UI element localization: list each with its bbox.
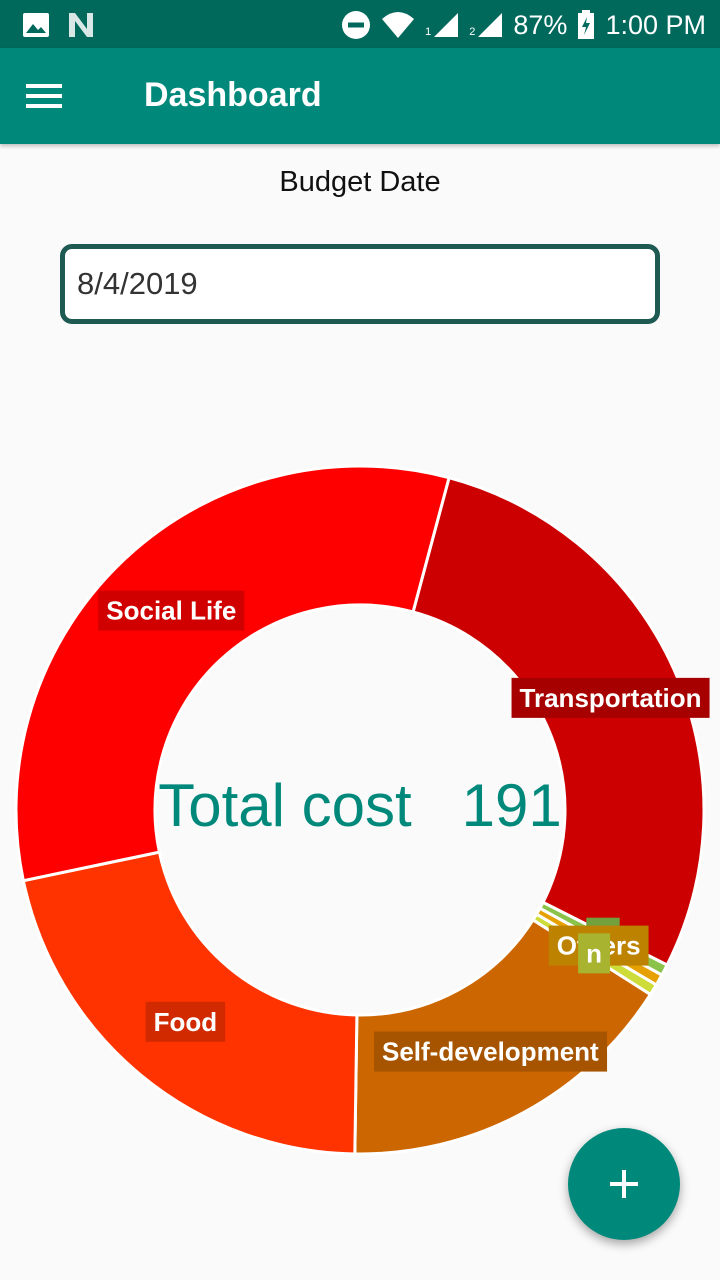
battery-percent: 87% [513,9,568,40]
budget-date-field[interactable] [60,244,660,324]
expense-donut-chart: TransportationEOthersnSelf-developmentFo… [0,440,720,1180]
slice-transportation[interactable] [411,475,706,968]
clock: 1:00 PM [605,9,706,40]
donut-svg: TransportationEOthersnSelf-developmentFo… [14,464,710,1156]
slice-label-social-life: Social Life [106,596,236,626]
sim1-label: 1 [425,26,432,38]
signal-icon [478,13,503,37]
page-title: Dashboard [144,76,322,114]
sim2-label: 2 [469,26,476,38]
wifi-icon [382,12,415,38]
battery-charging-icon [578,10,595,39]
signal-icon [434,13,459,37]
plus-icon [610,1170,638,1198]
menu-button[interactable] [14,68,74,124]
slice-label-n: n [586,938,602,968]
image-icon [23,13,49,37]
slice-label-transportation: Transportation [520,683,702,713]
dnd-icon [342,11,371,39]
slice-label-food: Food [154,1007,218,1037]
add-expense-button[interactable] [568,1128,680,1240]
app-bar: Dashboard [0,48,720,144]
menu-icon [26,84,62,108]
status-bar: 1 2 87% 1:00 PM [0,0,720,48]
slice-label-self-development: Self-development [382,1037,599,1067]
total-cost-label: Total cost 191 [158,772,562,839]
budget-date-label: Budget Date [279,166,441,198]
n-icon [69,13,93,37]
